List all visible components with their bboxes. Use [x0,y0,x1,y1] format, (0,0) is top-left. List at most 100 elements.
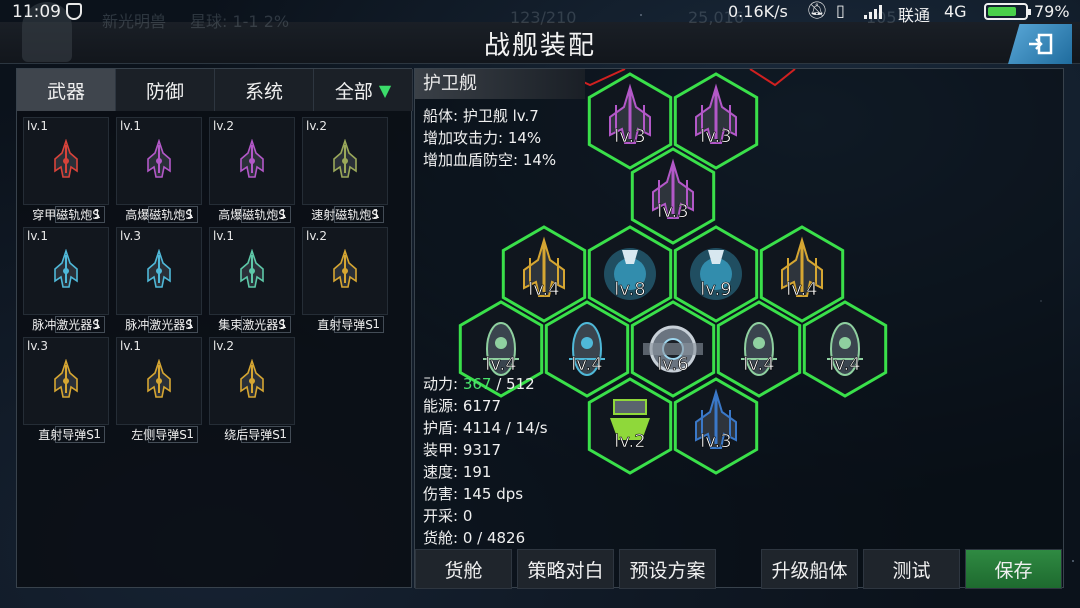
tab-label: 系统 [244,80,283,103]
hull-edge-right [749,69,796,87]
test-button[interactable]: 测试 [863,549,960,589]
module-level: lv.4 [528,279,559,300]
slot-icon [51,248,81,295]
slot-icon [144,248,174,295]
module-hex[interactable]: lv.6 [630,300,716,398]
tab-label: 武器 [46,80,85,103]
inventory-slot[interactable]: lv.3 1 直射导弹S [23,337,109,445]
hull-level: 船体: 护卫舰 lv.7 [423,107,539,125]
weapon-module-icon [147,358,171,398]
module-level: lv.4 [485,354,516,375]
slot-name: 高爆磁轨炮S [218,208,286,222]
slot-icon [144,138,174,185]
slot-name: 绕后导弹S [224,428,280,442]
inventory-slot[interactable]: lv.1 1 脉冲激光器S [23,227,109,335]
module-hex[interactable]: lv.8 [587,225,673,323]
cargo-button[interactable]: 货舱 [415,549,512,589]
inventory-slot[interactable]: lv.2 1 速射磁轨炮S [302,117,388,225]
inventory-slot[interactable]: lv.1 1 穿甲磁轨炮S [23,117,109,225]
slot-icon [144,358,174,405]
module-hex[interactable]: lv.4 [802,300,888,398]
module-level: lv.4 [571,354,602,375]
slot-level: lv.2 [306,119,327,133]
module-hex[interactable]: lv.4 [716,300,802,398]
module-level: lv.8 [614,279,645,300]
module-hex[interactable]: lv.3 [587,72,673,170]
module-hex[interactable]: lv.3 [630,147,716,245]
hull-name: 护卫舰 [415,69,585,99]
shield-bonus: 增加血盾防空: 14% [423,151,557,169]
ship-panel: lv.3 lv.3 lv.3 lv.4 lv.8 lv.9 lv.4 lv.4 lv.4 lv.6… [414,68,1065,589]
module-hex[interactable]: lv.4 [759,225,845,323]
slot-icon [330,248,360,295]
inventory-slot[interactable]: lv.1 1 集束激光器S [209,227,295,335]
tab-all[interactable]: 全部 ▼ [314,69,413,111]
mute-bell-icon: 🔕︎ [806,1,828,21]
equipment-panel: 武器 防御 系统 全部 ▼ lv.1 1 穿甲磁轨炮S lv.1 1 高爆磁轨炮S lv.2 1… [16,68,413,588]
inventory-slot[interactable]: lv.2 1 直射导弹S [302,227,388,335]
tab-defense[interactable]: 防御 [116,69,215,111]
slot-icon [237,138,267,185]
slot-level: lv.1 [213,229,234,243]
module-hex[interactable]: lv.2 [587,377,673,475]
module-hex[interactable]: lv.3 [673,377,759,475]
module-level: lv.3 [657,201,688,222]
module-level: lv.3 [614,126,645,147]
module-level: lv.2 [614,431,645,452]
slot-name: 高爆磁轨炮S [125,208,193,222]
slot-name: 直射导弹S [317,318,373,332]
module-hex[interactable]: lv.4 [544,300,630,398]
slot-icon [51,358,81,405]
shield-stat: 护盾: 4114 / 14/s [423,419,548,437]
slot-icon [51,138,81,185]
slot-name: 速射磁轨炮S [311,208,379,222]
weapon-module-icon [54,358,78,398]
speed-stat: 速度: 191 [423,463,492,481]
slot-level: lv.1 [27,229,48,243]
slot-name: 脉冲激光器S [125,318,193,332]
strategy-button[interactable]: 策略对白 [517,549,614,589]
armor-stat: 装甲: 9317 [423,441,501,459]
preset-button[interactable]: 预设方案 [619,549,716,589]
module-hex[interactable]: lv.3 [673,72,759,170]
slot-level: lv.2 [213,339,234,353]
slot-icon [330,138,360,185]
save-button[interactable]: 保存 [965,549,1062,589]
status-bar: 11:09 0.16K/s 🔕︎ ▯ 联通 4G 79% [0,0,1080,25]
background-star [1072,560,1074,562]
action-bar: 货舱 策略对白 预设方案 升级船体 测试 保存 [415,549,1065,589]
inventory-slot[interactable]: lv.2 1 高爆磁轨炮S [209,117,295,225]
clock: 11:09 [12,2,61,22]
tab-weapons[interactable]: 武器 [17,69,116,111]
module-level: lv.4 [786,279,817,300]
module-level: lv.9 [700,279,731,300]
tab-systems[interactable]: 系统 [215,69,314,111]
network-type: 4G [944,2,967,21]
mining-stat: 开采: 0 [423,507,473,525]
weapon-module-icon [147,248,171,288]
module-level: lv.4 [743,354,774,375]
battery-icon [984,3,1031,20]
slot-name: 左侧导弹S [131,428,187,442]
carrier-name: 联通 [898,6,931,25]
weapon-module-icon [333,248,357,288]
attack-bonus: 增加攻击力: 14% [423,129,542,147]
security-shield-icon [66,3,82,20]
exit-icon [1029,33,1053,55]
upgrade-hull-button[interactable]: 升级船体 [761,549,858,589]
weapon-module-icon [240,138,264,178]
dropdown-arrow-icon: ▼ [378,80,392,100]
tab-label: 全部 [334,80,373,103]
cargo-stat: 货舱: 0 / 4826 [423,529,526,547]
power-total: / 512 [491,375,535,393]
inventory-slot[interactable]: lv.1 1 高爆磁轨炮S [116,117,202,225]
inventory-slot[interactable]: lv.3 1 脉冲激光器S [116,227,202,335]
inventory-slot[interactable]: lv.1 1 左侧导弹S [116,337,202,445]
slot-level: lv.1 [120,339,141,353]
module-hex[interactable]: lv.4 [501,225,587,323]
module-hex[interactable]: lv.9 [673,225,759,323]
inventory-slot[interactable]: lv.2 1 绕后导弹S [209,337,295,445]
module-level: lv.3 [700,126,731,147]
battery-fill [988,7,1017,16]
module-level: lv.3 [700,431,731,452]
